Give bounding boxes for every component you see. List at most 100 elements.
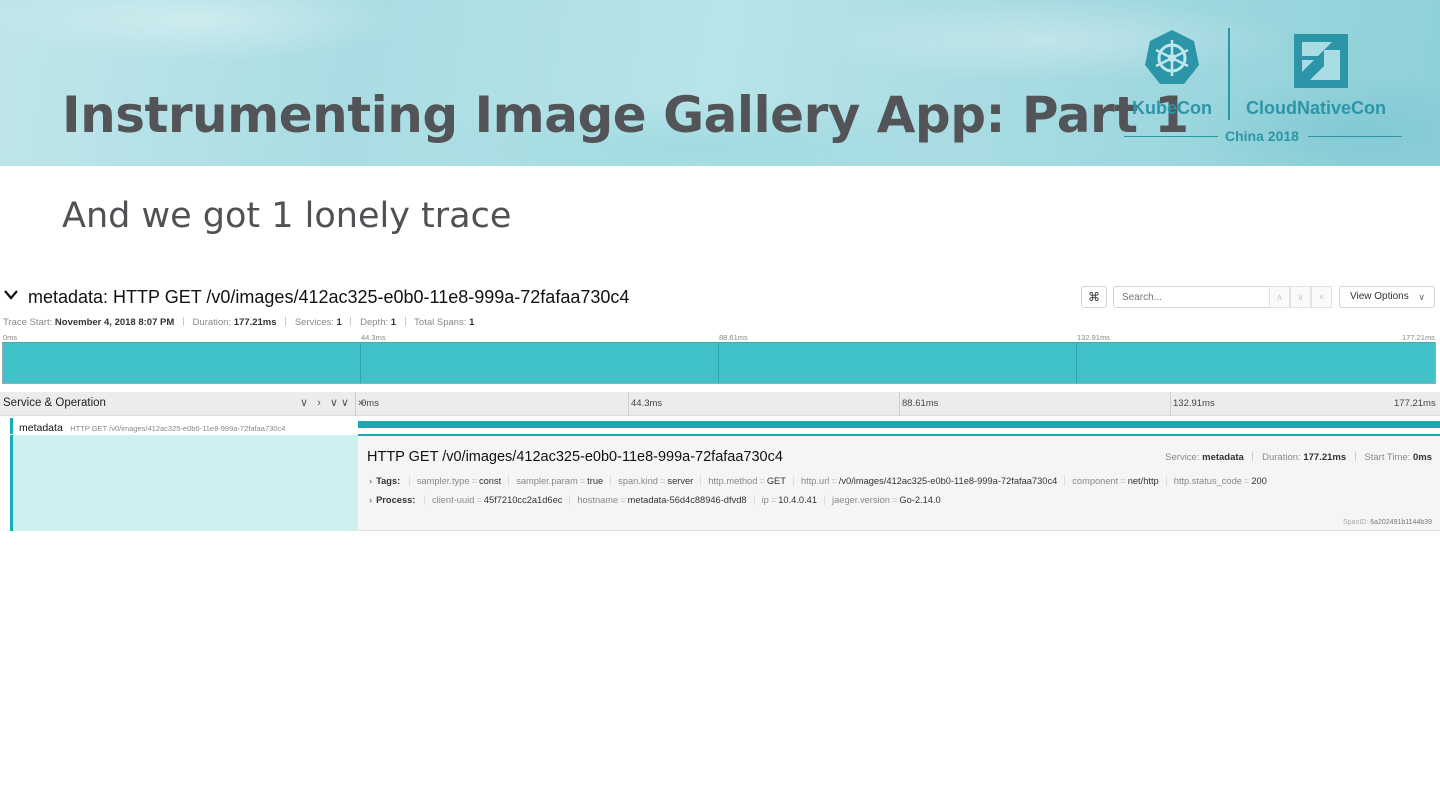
equals-sign: = [759,476,765,486]
process-item: jaeger.version = Go-2.14.0 [824,495,948,505]
span-duration-bar[interactable] [358,421,1440,428]
span-row[interactable]: metadata HTTP GET /v0/images/412ac325-e0… [0,416,1440,434]
timeline-tick-label: 177.21ms [1394,398,1436,409]
depth-value: 1 [390,317,397,328]
process-item: hostname = metadata-56d4c88946-dfvd8 [569,495,753,505]
separator [1354,452,1356,461]
process-value: 45f7210cc2a1d6ec [483,495,563,505]
tag-value: const [478,476,502,486]
prev-result-button[interactable]: ∧ [1269,286,1290,308]
tag-key: sampler.type [416,476,470,486]
duration-value: 177.21ms [1303,452,1347,463]
cloudnativecon-wordmark: CloudNativeCon [1246,98,1387,118]
slide-subtitle: And we got 1 lonely trace [62,196,512,236]
equals-sign: = [476,495,482,505]
timeline-gridline [1170,392,1171,416]
jaeger-trace-view: metadata: HTTP GET /v0/images/412ac325-e… [0,284,1440,532]
search-input[interactable] [1113,286,1270,308]
process-key: ip [761,495,769,505]
timeline-tick-label: 132.91ms [1173,398,1215,409]
process-value: metadata-56d4c88946-dfvd8 [627,495,747,505]
process-key: client-uuid [431,495,475,505]
span-operation-name: HTTP GET /v0/images/412ac325-e0b0-11e8-9… [70,424,286,433]
tag-key: http.method [708,476,758,486]
tag-key: http.url [800,476,830,486]
span-detail-title: HTTP GET /v0/images/412ac325-e0b0-11e8-9… [367,449,783,465]
process-key: hostname [577,495,619,505]
trace-start-label: Trace Start: [3,317,53,328]
minimap-tick-label: 177.21ms [1402,333,1435,342]
tag-value: GET [766,476,786,486]
tags-label: Tags: [376,476,401,486]
tag-value: true [587,476,604,486]
process-key: jaeger.version [832,495,890,505]
equals-sign: = [831,476,837,486]
span-id: SpanID: 6a202491b1144b39 [1343,519,1432,526]
start-time-label: Start Time: [1364,452,1411,463]
tag-key: http.status_code [1173,476,1242,486]
event-label: China 2018 [1225,128,1299,144]
span-detail-panel: HTTP GET /v0/images/412ac325-e0b0-11e8-9… [358,434,1440,531]
separator [182,317,184,326]
timeline-gridline [628,392,629,416]
chevron-right-icon[interactable]: › [369,476,372,486]
span-detail-gutter [10,435,358,531]
equals-sign: = [891,495,898,505]
separator [404,317,406,326]
duration-value: 177.21ms [233,317,277,328]
minimap-gridline [718,343,719,383]
equals-sign: = [579,476,586,486]
separator [285,317,287,326]
start-time-value: 0ms [1412,452,1432,463]
tag-key: component [1072,476,1119,486]
tags-section[interactable]: › Tags: sampler.type = const sampler.param = t… [369,476,1274,486]
duration-label: Duration: [192,317,232,328]
chevron-down-icon: ∨ [1418,292,1425,302]
services-label: Services: [294,317,334,328]
keyboard-shortcuts-button[interactable]: ⌘ [1081,286,1107,308]
trace-header: metadata: HTTP GET /v0/images/412ac325-e… [0,284,1440,310]
next-result-button[interactable]: ∨ [1290,286,1311,308]
equals-sign: = [620,495,626,505]
minimap-tick-label: 0ms [3,333,18,342]
equals-sign: = [471,476,477,486]
process-value: Go-2.14.0 [899,495,941,505]
chevron-right-icon[interactable]: › [369,495,372,505]
tag-value: server [667,476,694,486]
clear-search-button[interactable]: × [1311,286,1332,308]
view-options-dropdown[interactable]: View Options ∨ [1339,286,1435,308]
tag-item: sampler.type = const [408,476,508,486]
tag-item: http.status_code = 200 [1165,476,1274,486]
chevron-down-icon[interactable] [4,290,18,300]
timeline-gridline [899,392,900,416]
expand-collapse-controls[interactable]: ∨ › ∨∨ » [300,396,367,409]
kubecon-wordmark: KubeCon [1132,98,1212,118]
tag-value: net/http [1127,476,1159,486]
tag-item: http.url =/v0/images/412ac325-e0b0-11e8-9… [792,476,1064,486]
process-section[interactable]: › Process: client-uuid = 45f7210cc2a1d6ec ho… [369,495,948,505]
event-logos: KubeCon CloudNativeCon China 2018 [1120,24,1410,154]
depth-label: Depth: [360,317,389,328]
process-value: 10.4.0.41 [778,495,818,505]
trace-minimap[interactable] [2,342,1436,384]
span-detail-summary: Service: metadata Duration: 177.21ms Sta… [1165,452,1432,463]
total-spans-label: Total Spans: [414,317,467,328]
minimap-tick-label: 132.91ms [1077,333,1110,342]
kubernetes-helm-icon [1145,30,1199,84]
total-spans-value: 1 [469,317,475,328]
trace-start-value: November 4, 2018 8:07 PM [54,317,175,328]
logo-divider [1228,28,1230,120]
tag-key: sampler.param [516,476,578,486]
separator [1252,452,1254,461]
tag-value: 200 [1251,476,1267,486]
timeline-tick-label: 0ms [361,398,379,409]
service-value: metadata [1202,452,1244,463]
span-name-cell[interactable]: metadata HTTP GET /v0/images/412ac325-e0… [10,418,358,434]
trace-title[interactable]: metadata: HTTP GET /v0/images/412ac325-e… [28,287,629,308]
minimap-gridline [1076,343,1077,383]
divider-line [1308,136,1402,137]
tag-item: http.method = GET [700,476,793,486]
column-resizer[interactable] [355,392,356,416]
tag-value: /v0/images/412ac325-e0b0-11e8-999a-72faf… [838,476,1058,486]
equals-sign: = [659,476,666,486]
